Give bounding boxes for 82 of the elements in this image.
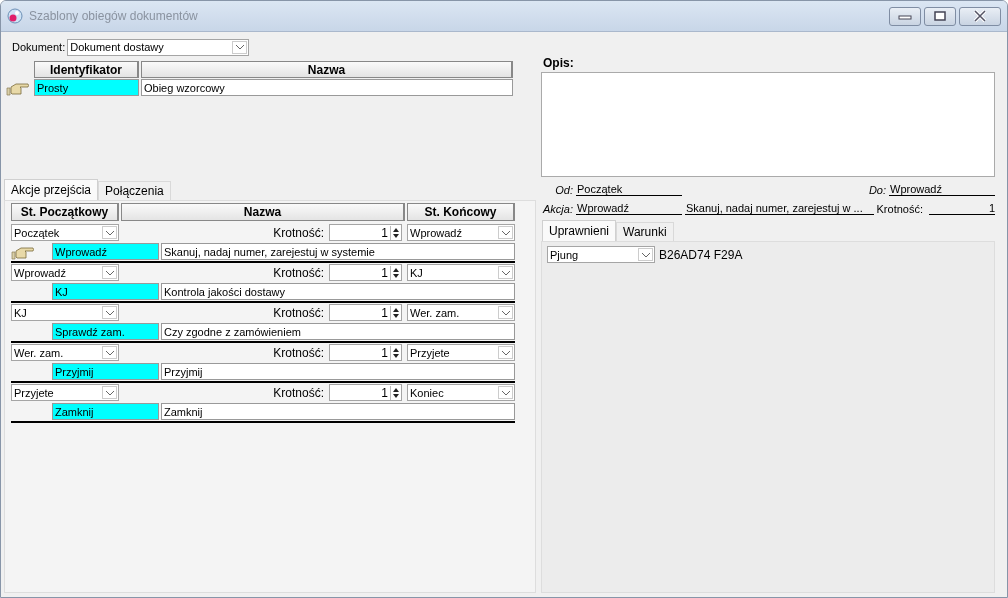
user-dropdown[interactable]: Pjung [547,246,655,263]
document-dropdown[interactable]: Dokument dostawy [67,38,250,56]
action-description: Skanuj, nadaj numer, zarejestuj w ... [685,202,874,215]
to-label: Do: [868,184,886,196]
end-state-dropdown[interactable]: Wprowadź [407,224,515,241]
multiplicity-spinner[interactable]: 1 [329,344,402,361]
column-header[interactable]: St. Końcowy [407,203,515,221]
action-label: Akcja: [541,203,573,215]
table-cell[interactable]: Zamknij [52,403,159,420]
maximize-button[interactable] [924,6,956,26]
app-icon [7,8,23,24]
document-label: Dokument: [12,41,66,53]
start-state-dropdown[interactable]: KJ [11,304,119,321]
table-cell[interactable]: KJ [52,283,159,300]
chevron-down-icon [500,269,511,276]
chevron-down-icon [104,349,115,356]
tab[interactable]: Warunki [616,222,674,241]
table-cell[interactable]: Wprowadź [52,243,159,260]
action-value: Wprowadź [576,202,682,215]
chevron-down-icon [500,389,511,396]
spin-arrows-icon [390,225,401,240]
end-state-dropdown[interactable]: KJ [407,264,515,281]
column-header[interactable]: St. Początkowy [11,203,119,221]
spin-arrows-icon [390,385,401,400]
from-label: Od: [554,184,573,196]
multiplicity-label: Krotność: [272,305,324,320]
multiplicity-label: Krotność: [272,225,324,240]
multiplicity-spinner[interactable]: 1 [329,384,402,401]
multiplicity-spinner[interactable]: 1 [329,304,402,321]
table-cell[interactable]: Sprawdź zam. [52,323,159,340]
column-header[interactable]: Identyfikator [34,61,139,78]
chevron-down-icon [104,389,115,396]
start-state-dropdown[interactable]: Początek [11,224,119,241]
table-cell[interactable]: Przyjmij [161,363,515,380]
window-title: Szablony obiegów dokumentów [29,9,199,23]
start-state-dropdown[interactable]: Wer. zam. [11,344,119,361]
table-cell[interactable]: Przyjmij [52,363,159,380]
tab[interactable]: Akcje przejścia [4,179,99,200]
end-state-dropdown[interactable]: Wer. zam. [407,304,515,321]
chevron-down-icon [104,229,115,236]
minimize-icon [898,12,912,20]
close-button[interactable] [959,6,1001,26]
multiplicity-spinner[interactable]: 1 [329,264,402,281]
from-value: Początek [576,183,682,196]
table-cell[interactable]: Obieg wzorcowy [141,79,513,96]
pointing-hand-icon [11,246,35,260]
chevron-down-icon [104,309,115,316]
table-cell[interactable]: Skanuj, nadaj numer, zarejestuj w systemie [161,243,515,260]
table-cell[interactable]: Czy zgodne z zamówieniem [161,323,515,340]
permission-code: B26AD74 F29A [659,247,743,262]
table-cell[interactable]: Zamknij [161,403,515,420]
minimize-button[interactable] [889,6,921,26]
start-state-dropdown[interactable]: Przyjete [11,384,119,401]
start-state-dropdown[interactable]: Wprowadź [11,264,119,281]
chevron-down-icon [500,229,511,236]
chevron-down-icon [640,251,651,258]
end-state-dropdown[interactable]: Przyjete [407,344,515,361]
spin-arrows-icon [390,305,401,320]
chevron-down-icon [104,269,115,276]
description-label: Opis: [542,56,575,72]
maximize-icon [934,11,946,21]
multiplicity-label: Krotność: [272,265,324,280]
table-cell[interactable]: Prosty [34,79,139,96]
tab[interactable]: Uprawnieni [542,220,617,241]
chevron-down-icon [500,309,511,316]
to-value: Wprowadź [889,183,995,196]
close-icon [973,10,987,22]
multiplicity-label: Krotność: [272,345,324,360]
column-header[interactable]: Nazwa [141,61,513,78]
multiplicity-spinner[interactable]: 1 [329,224,402,241]
chevron-down-icon [500,349,511,356]
end-state-dropdown[interactable]: Koniec [407,384,515,401]
description-field[interactable] [541,72,995,177]
chevron-down-icon [234,44,245,50]
multiplicity-value: 1 [929,202,995,215]
tab[interactable]: Połączenia [98,181,171,200]
spin-arrows-icon [390,265,401,280]
multiplicity-label: Krotność: [876,203,923,215]
multiplicity-label: Krotność: [272,385,324,400]
spin-arrows-icon [390,345,401,360]
table-cell[interactable]: Kontrola jakości dostawy [161,283,515,300]
column-header[interactable]: Nazwa [121,203,405,221]
